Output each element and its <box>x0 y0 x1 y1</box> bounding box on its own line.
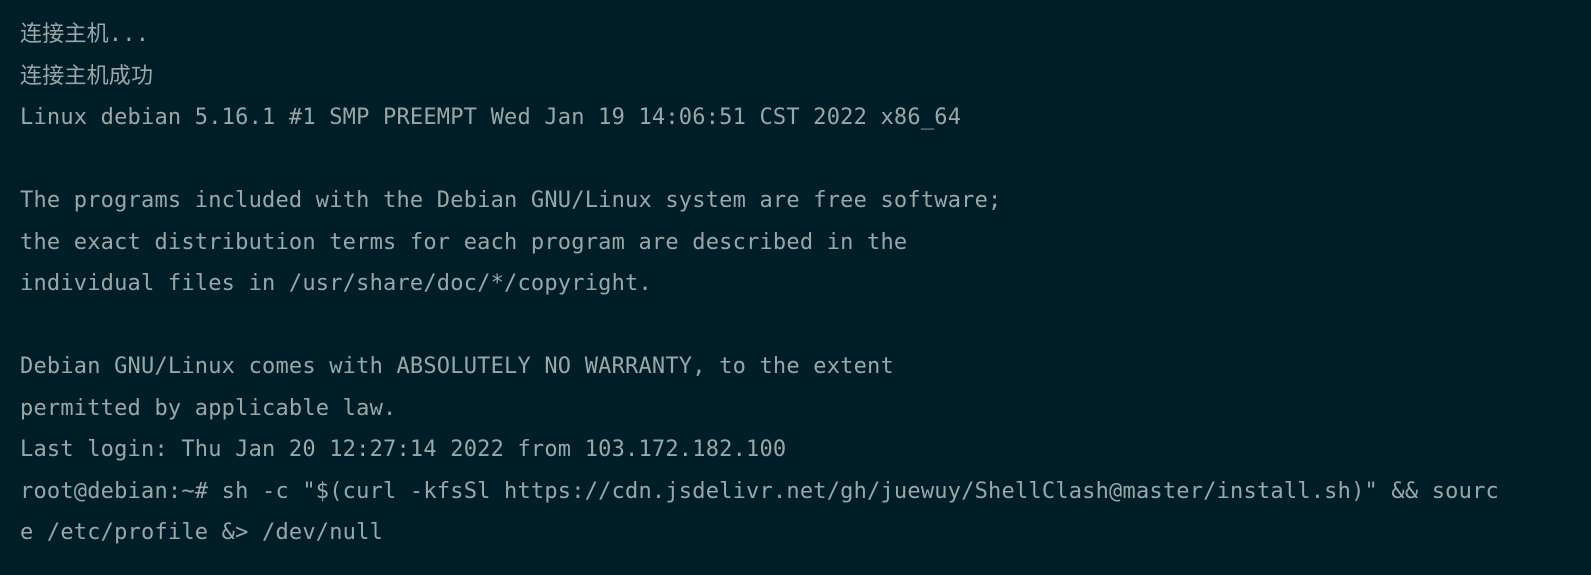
terminal-line-motd-2: the exact distribution terms for each pr… <box>20 229 908 255</box>
terminal-line-last-login: Last login: Thu Jan 20 12:27:14 2022 fro… <box>20 437 787 462</box>
terminal-line-kernel: Linux debian 5.16.1 #1 SMP PREEMPT Wed J… <box>20 105 962 130</box>
terminal-output[interactable]: 连接主机... 连接主机成功 Linux debian 5.16.1 #1 SM… <box>0 0 1591 575</box>
terminal-line-warranty-2: permitted by applicable law. <box>20 395 397 421</box>
terminal-line-connecting: 连接主机... <box>20 22 150 47</box>
terminal-line-motd-1: The programs included with the Debian GN… <box>20 188 1002 213</box>
terminal-line-motd-3: individual files in /usr/share/doc/*/cop… <box>20 271 652 296</box>
terminal-line-command: root@debian:~# sh -c "$(curl -kfsSl http… <box>20 478 1499 504</box>
terminal-line-warranty-1: Debian GNU/Linux comes with ABSOLUTELY N… <box>20 354 894 379</box>
terminal-line-connected: 连接主机成功 <box>20 63 154 89</box>
terminal-line-command-wrap: e /etc/profile &> /dev/null <box>20 520 384 545</box>
